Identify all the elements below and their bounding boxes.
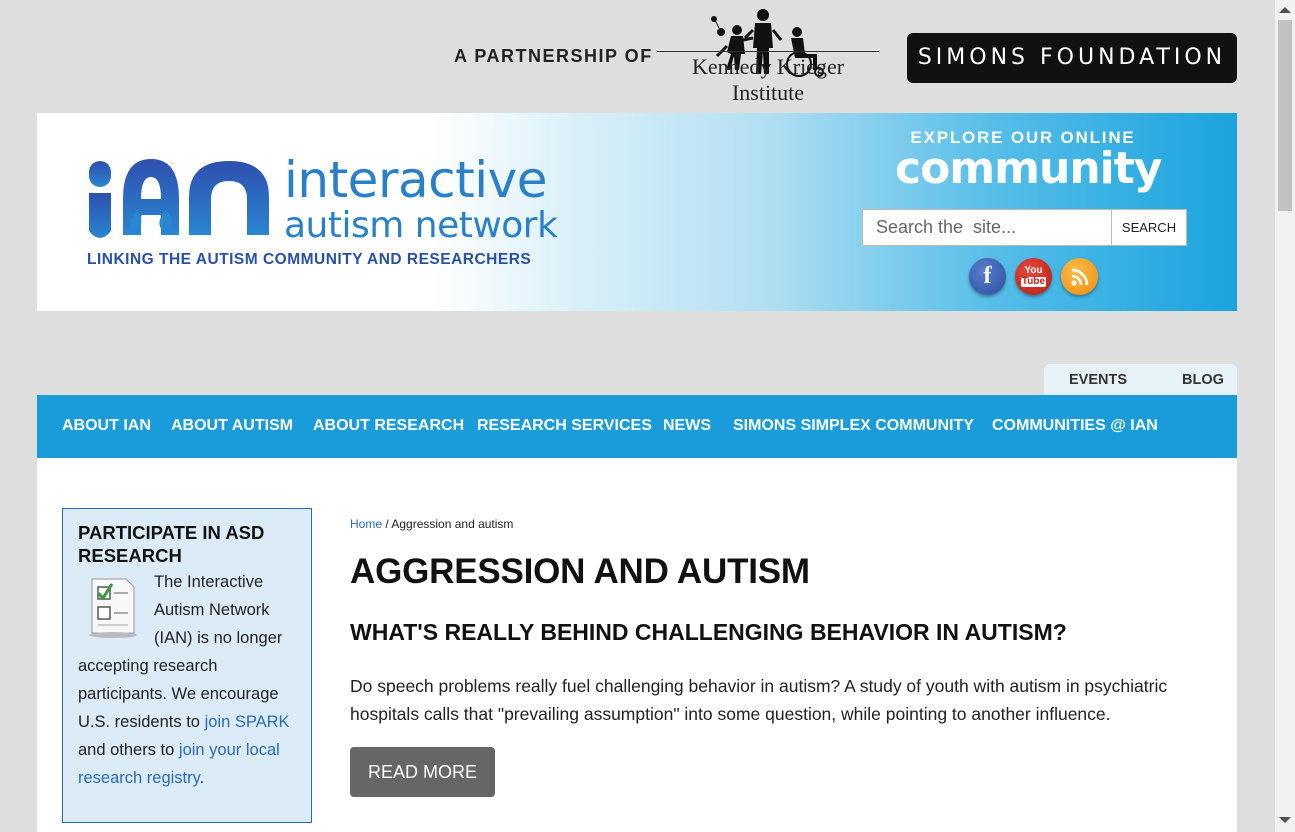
page-scrollbar[interactable] [1275, 0, 1295, 832]
rss-glyph-icon [1070, 268, 1088, 286]
join-spark-link[interactable]: join SPARK [205, 713, 290, 731]
youtube-icon[interactable]: You Tube [1015, 258, 1052, 295]
article-summary: Do speech problems really fuel challengi… [350, 676, 1168, 724]
read-more-button[interactable]: READ MORE [350, 747, 495, 797]
scrollbar-thumb[interactable] [1278, 20, 1292, 211]
main-nav: ABOUT IAN ABOUT AUTISM ABOUT RESEARCH RE… [37, 395, 1237, 458]
simons-foundation-logo[interactable]: SIMONS FOUNDATION [907, 33, 1237, 83]
header-banner: interactive autism network LINKING THE A… [37, 113, 1237, 311]
participate-sidebar: PARTICIPATE IN ASD RESEARCH The Interact… [62, 508, 312, 823]
nav-about-autism[interactable]: ABOUT AUTISM [171, 417, 293, 435]
secondary-nav: EVENTS BLOG [1044, 364, 1237, 395]
nav-news[interactable]: NEWS [663, 417, 711, 435]
youtube-icon-text-bottom: Tube [1020, 276, 1047, 287]
scroll-down-icon[interactable] [1279, 817, 1291, 823]
search-input[interactable] [862, 209, 1112, 246]
page-title: AGGRESSION AND AUTISM [350, 552, 810, 591]
kennedy-krieger-logo[interactable]: Kennedy Krieger Institute [657, 8, 879, 106]
kki-name: Kennedy Krieger Institute [657, 51, 879, 106]
nav-about-research[interactable]: ABOUT RESEARCH [313, 417, 464, 435]
sidebar-title: PARTICIPATE IN ASD RESEARCH [78, 522, 265, 566]
breadcrumb-separator: / [382, 517, 392, 531]
community-link[interactable]: community [895, 143, 1162, 194]
rss-icon[interactable] [1061, 258, 1098, 295]
breadcrumb-current: Aggression and autism [391, 517, 514, 531]
breadcrumb-home-link[interactable]: Home [350, 517, 382, 531]
blog-link[interactable]: BLOG [1182, 372, 1224, 388]
scroll-up-icon[interactable] [1279, 7, 1291, 13]
checklist-icon [78, 573, 146, 639]
ian-logo-icon[interactable] [87, 155, 277, 243]
nav-research-services[interactable]: RESEARCH SERVICES [477, 417, 652, 435]
sidebar-text-part2: and others to [78, 741, 179, 759]
facebook-icon[interactable]: f [969, 258, 1006, 295]
sidebar-text-part3: . [199, 769, 205, 787]
logo-word-interactive: interactive [284, 151, 547, 209]
logo-word-autism-network: autism network [284, 205, 558, 246]
search-button[interactable]: SEARCH [1111, 209, 1187, 246]
breadcrumb: Home / Aggression and autism [350, 517, 513, 531]
youtube-icon-text-top: You [1024, 265, 1043, 276]
content-area: PARTICIPATE IN ASD RESEARCH The Interact… [37, 458, 1237, 832]
partnership-label: A PARTNERSHIP OF [454, 46, 653, 66]
logo-tagline: LINKING THE AUTISM COMMUNITY AND RESEARC… [87, 251, 532, 268]
nav-communities-at-ian[interactable]: COMMUNITIES @ IAN [992, 417, 1158, 435]
nav-simons-simplex-community[interactable]: SIMONS SIMPLEX COMMUNITY [733, 417, 974, 435]
article-title[interactable]: WHAT'S REALLY BEHIND CHALLENGING BEHAVIO… [350, 619, 1067, 646]
events-link[interactable]: EVENTS [1069, 372, 1127, 388]
nav-about-ian[interactable]: ABOUT IAN [62, 417, 151, 435]
